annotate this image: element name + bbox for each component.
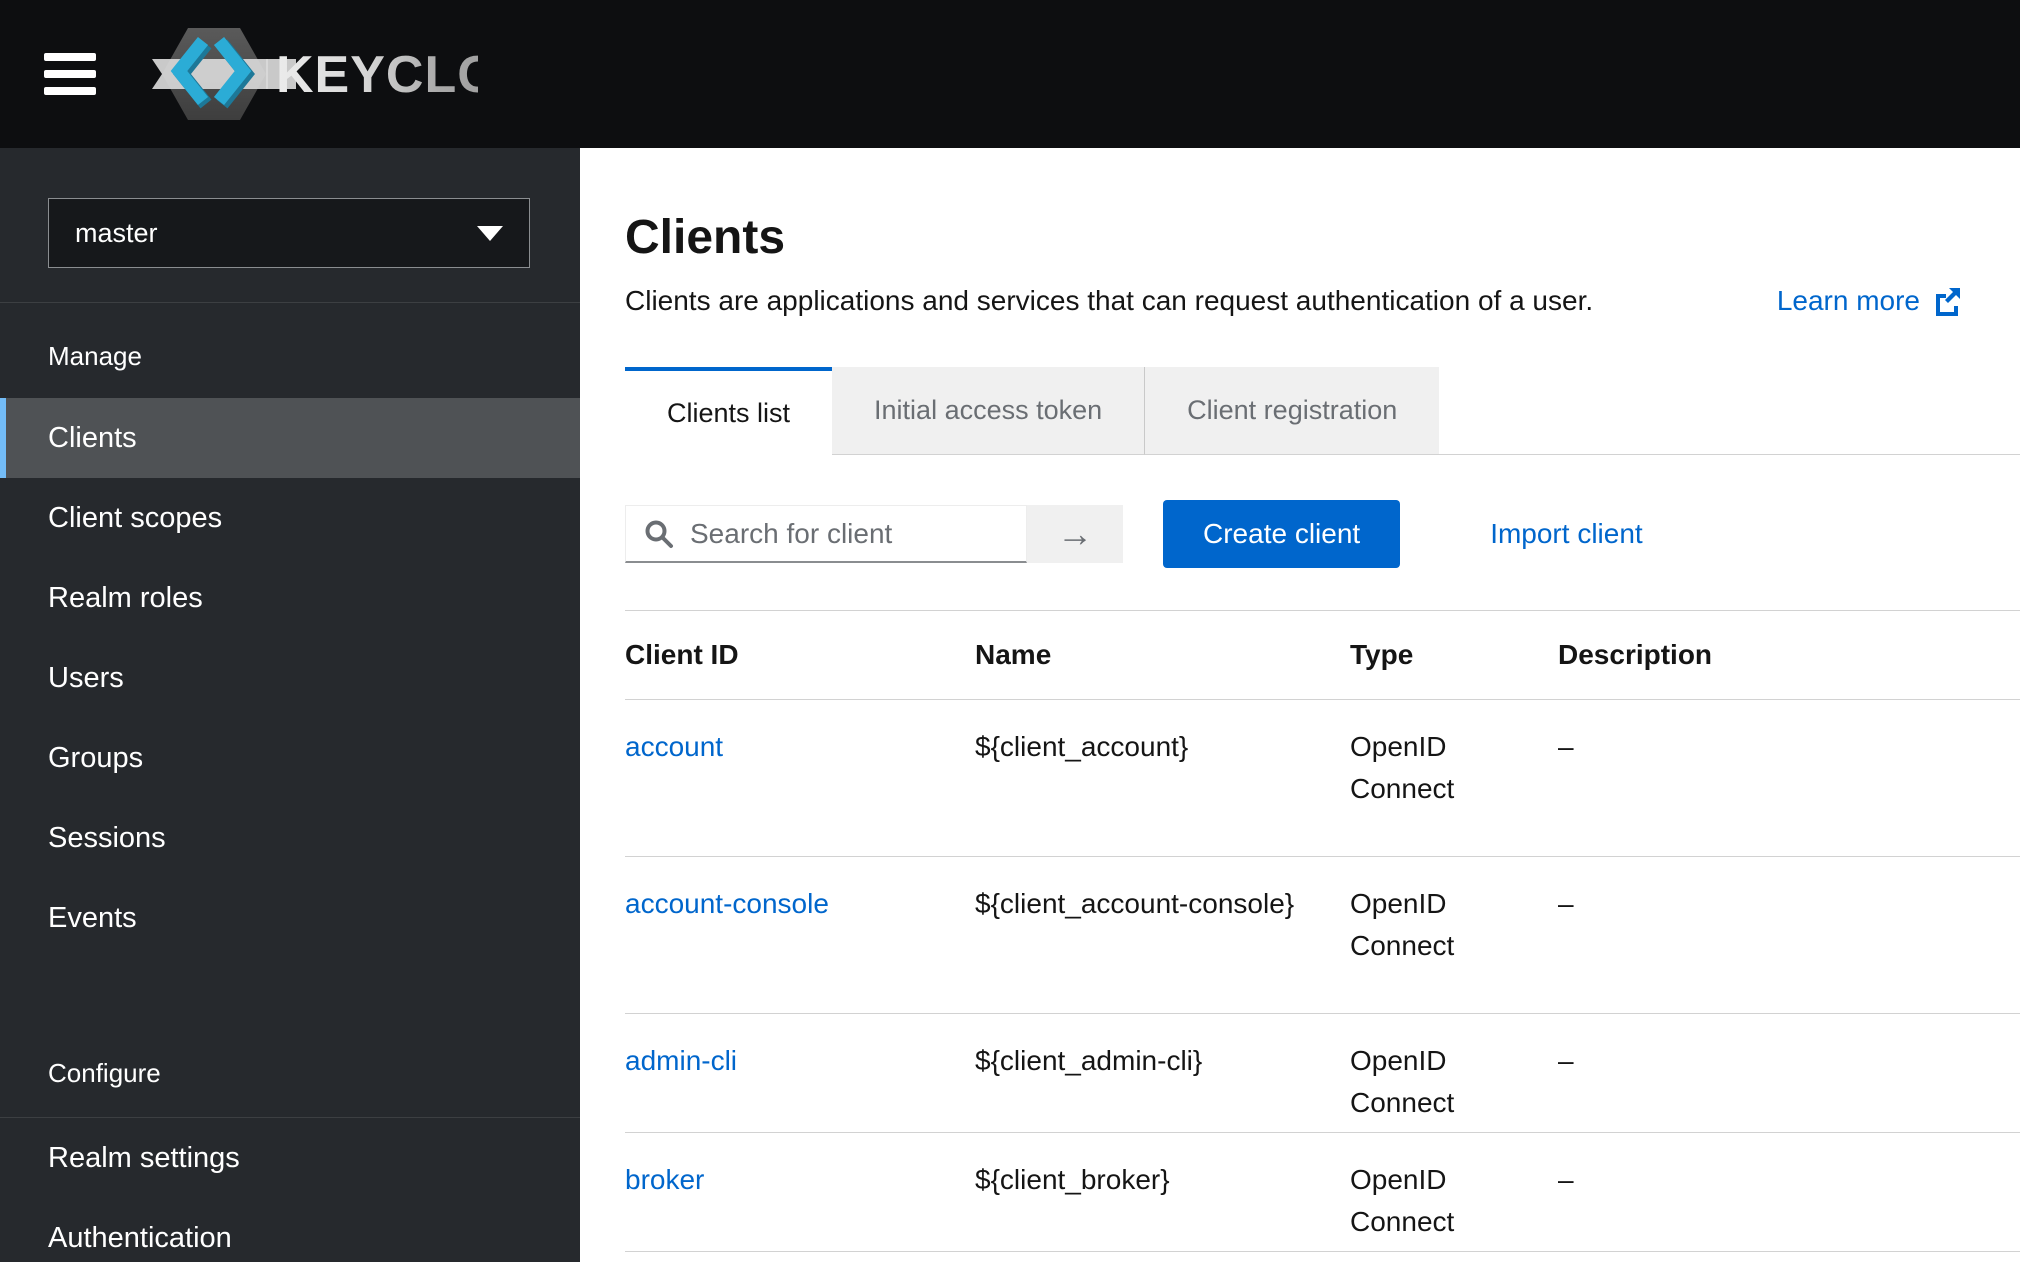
table-row: broker ${client_broker} OpenID Connect – [625, 1133, 2020, 1252]
chevron-down-icon [477, 226, 503, 241]
sidebar-nav: master Manage Clients Client scopes Real… [0, 148, 580, 1262]
table-row: account-console ${client_account-console… [625, 857, 2020, 1014]
client-description-cell: – [1558, 1014, 2020, 1133]
main-content: Clients Clients are applications and ser… [580, 148, 2020, 1262]
column-header-name: Name [975, 611, 1350, 700]
client-name-cell: ${client_admin-cli} [975, 1014, 1350, 1133]
keycloak-logo-icon: KEYCLOAK [148, 26, 478, 122]
client-description-cell: – [1558, 700, 2020, 857]
page-title: Clients [625, 210, 2020, 265]
client-description-cell: – [1558, 857, 2020, 1014]
tab-bar: Clients list Initial access token Client… [580, 367, 2020, 455]
tab-bar-filler [1439, 367, 2020, 455]
search-group: → [625, 505, 1123, 563]
client-id-link[interactable]: broker [625, 1164, 704, 1195]
client-type-cell: OpenID Connect [1350, 1014, 1558, 1133]
sidebar-item-authentication[interactable]: Authentication [0, 1198, 580, 1262]
client-name-cell: ${client_account} [975, 700, 1350, 857]
sidebar-item-realm-roles[interactable]: Realm roles [0, 558, 580, 638]
tab-client-registration[interactable]: Client registration [1144, 367, 1439, 455]
search-submit-button[interactable]: → [1027, 505, 1123, 563]
client-id-link[interactable]: admin-cli [625, 1045, 737, 1076]
arrow-right-icon: → [1057, 513, 1093, 555]
tab-initial-access-token[interactable]: Initial access token [832, 367, 1144, 455]
client-description-cell: – [1558, 1133, 2020, 1252]
page-description: Clients are applications and services th… [625, 285, 1593, 317]
column-header-client-id: Client ID [625, 611, 975, 700]
search-input[interactable] [690, 518, 1020, 550]
realm-selector-dropdown[interactable]: master [48, 198, 530, 268]
client-type-cell: OpenID Connect [1350, 700, 1558, 857]
sidebar-item-client-scopes[interactable]: Client scopes [0, 478, 580, 558]
tab-clients-list[interactable]: Clients list [625, 367, 832, 456]
create-client-button[interactable]: Create client [1163, 500, 1400, 568]
sidebar-item-clients[interactable]: Clients [0, 398, 580, 478]
realm-selector-value: master [75, 218, 158, 249]
client-name-cell: ${client_broker} [975, 1133, 1350, 1252]
page-description-row: Clients are applications and services th… [625, 285, 2020, 317]
sidebar-item-realm-settings[interactable]: Realm settings [0, 1118, 580, 1198]
learn-more-link[interactable]: Learn more [1777, 285, 1962, 317]
client-id-link[interactable]: account-console [625, 888, 829, 919]
masthead: KEYCLOAK [0, 0, 2020, 148]
external-link-icon [1932, 286, 1962, 316]
brand-wordmark: KEYCLOAK [276, 46, 478, 104]
sidebar-item-sessions[interactable]: Sessions [0, 798, 580, 878]
search-input-wrap [625, 505, 1027, 563]
column-header-description: Description [1558, 611, 2020, 700]
column-header-type: Type [1350, 611, 1558, 700]
client-type-cell: OpenID Connect [1350, 857, 1558, 1014]
clients-toolbar: → Create client Import client [625, 500, 2020, 568]
table-row: account ${client_account} OpenID Connect… [625, 700, 2020, 857]
sidebar-item-groups[interactable]: Groups [0, 718, 580, 798]
table-row: admin-cli ${client_admin-cli} OpenID Con… [625, 1014, 2020, 1133]
hamburger-menu-icon[interactable] [44, 53, 96, 95]
sidebar-item-users[interactable]: Users [0, 638, 580, 718]
nav-section-manage: Manage [0, 303, 580, 398]
client-type-cell: OpenID Connect [1350, 1133, 1558, 1252]
client-name-cell: ${client_account-console} [975, 857, 1350, 1014]
nav-section-configure: Configure [0, 1020, 580, 1118]
client-id-link[interactable]: account [625, 731, 723, 762]
clients-table: Client ID Name Type Description account … [625, 610, 2020, 1252]
keycloak-logo[interactable]: KEYCLOAK [148, 26, 478, 122]
realm-selector-block: master [0, 148, 580, 303]
search-icon [644, 519, 674, 549]
table-header-row: Client ID Name Type Description [625, 611, 2020, 700]
sidebar-item-events[interactable]: Events [0, 878, 580, 958]
import-client-link[interactable]: Import client [1490, 518, 1643, 550]
